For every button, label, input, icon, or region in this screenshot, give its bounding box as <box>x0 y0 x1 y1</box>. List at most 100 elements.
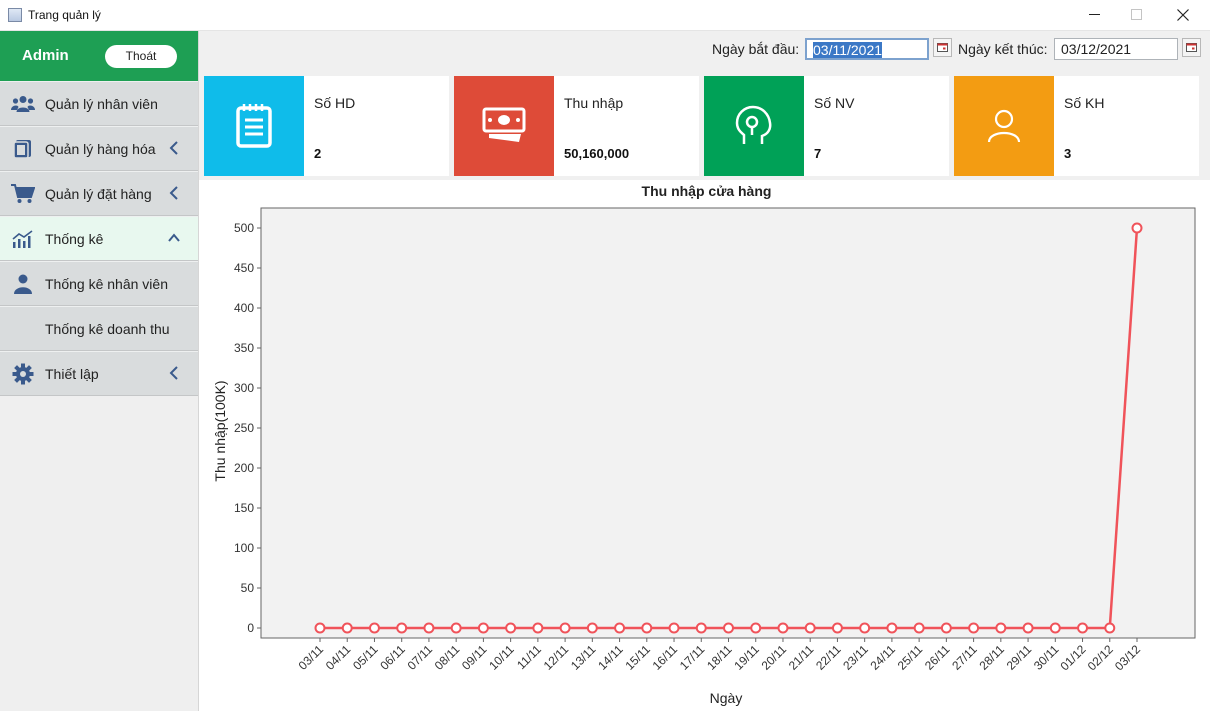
x-tick-label: 25/11 <box>895 642 926 673</box>
income-data-point <box>831 622 843 634</box>
x-tick-label: 24/11 <box>868 642 899 673</box>
sidebar-item-settings[interactable]: Thiết lập <box>0 351 198 396</box>
card-income: Thu nhập 50,160,000 <box>454 76 699 176</box>
java-app-icon <box>8 8 22 22</box>
income-chart-panel: Thu nhập cửa hàng 0 50 100 150 200 250 300 350 4… <box>199 180 1210 711</box>
date-filter-bar: Ngày bắt đầu: 03/11/2021 Ngày kết thúc: … <box>199 31 1210 71</box>
y-tick-label: 350 <box>234 341 254 355</box>
y-tick-label: 400 <box>234 301 254 315</box>
window-title: Trang quản lý <box>28 8 101 22</box>
y-tick-label: 100 <box>234 541 254 555</box>
income-data-point <box>1022 622 1034 634</box>
sidebar-item-revenue-stats[interactable]: Thống kê doanh thu <box>0 306 198 351</box>
y-tick-label: 300 <box>234 381 254 395</box>
income-data-point <box>886 622 898 634</box>
x-tick-label: 07/11 <box>405 642 436 673</box>
sidebar: Admin Thoát Quản lý nhân viên Quản lý hà… <box>0 31 199 711</box>
income-data-point <box>559 622 571 634</box>
x-tick-label: 26/11 <box>922 642 953 673</box>
x-tick-label: 14/11 <box>595 642 626 673</box>
sidebar-item-label: Thống kê <box>45 231 104 247</box>
y-tick-label: 250 <box>234 421 254 435</box>
chevron-left-icon <box>169 186 178 200</box>
x-tick-label: 06/11 <box>377 642 408 673</box>
end-date-label: Ngày kết thúc: <box>958 41 1048 57</box>
sidebar-item-label: Thống kê doanh thu <box>45 321 170 337</box>
income-data-point <box>450 622 462 634</box>
card-invoices: Số HD 2 <box>204 76 449 176</box>
sidebar-item-label: Thống kê nhân viên <box>45 276 168 292</box>
card-icon-box <box>204 76 304 176</box>
box-icon <box>11 138 35 160</box>
card-value: 2 <box>314 146 322 161</box>
income-data-point <box>477 622 489 634</box>
sidebar-item-employees[interactable]: Quản lý nhân viên <box>0 81 198 126</box>
y-tick-label: 500 <box>234 221 254 235</box>
chevron-up-icon <box>168 233 180 242</box>
calendar-icon <box>1186 43 1197 52</box>
sidebar-item-label: Quản lý hàng hóa <box>45 141 156 157</box>
start-date-calendar-button[interactable] <box>933 38 952 57</box>
gear-icon <box>11 363 35 385</box>
income-line-chart: 0 50 100 150 200 250 300 350 400 450 500 03/1104/11… <box>212 207 1196 706</box>
calendar-icon <box>937 43 948 52</box>
income-data-point <box>341 622 353 634</box>
sidebar-item-label: Quản lý nhân viên <box>45 96 158 112</box>
income-data-point <box>1077 622 1089 634</box>
card-employees: Số NV 7 <box>704 76 949 176</box>
y-axis-label: Thu nhập(100K) <box>212 380 228 481</box>
chevron-left-icon <box>169 141 178 155</box>
x-tick-label: 20/11 <box>759 642 790 673</box>
income-data-point <box>314 622 326 634</box>
card-icon-box <box>704 76 804 176</box>
user-icon <box>11 273 35 295</box>
x-tick-label: 17/11 <box>677 642 708 673</box>
income-data-point <box>505 622 517 634</box>
sidebar-item-statistics[interactable]: Thống kê <box>0 216 198 261</box>
card-title: Số HD <box>314 95 356 111</box>
start-date-input[interactable]: 03/11/2021 <box>805 38 929 60</box>
income-data-point <box>804 622 816 634</box>
x-tick-label: 30/11 <box>1031 642 1062 673</box>
window-titlebar: Trang quản lý <box>0 0 1210 31</box>
sidebar-item-products[interactable]: Quản lý hàng hóa <box>0 126 198 171</box>
card-customers: Số KH 3 <box>954 76 1199 176</box>
x-tick-label: 18/11 <box>704 642 735 673</box>
minimize-button[interactable] <box>1072 4 1118 26</box>
x-tick-label: 04/11 <box>323 642 354 673</box>
end-date-input[interactable]: 03/12/2021 <box>1054 38 1178 60</box>
x-tick-label: 21/11 <box>786 642 817 673</box>
card-title: Số KH <box>1064 95 1105 111</box>
income-data-point <box>641 622 653 634</box>
card-title: Số NV <box>814 95 855 111</box>
x-tick-label: 01/12 <box>1058 642 1089 673</box>
money-icon <box>482 107 526 142</box>
income-data-point <box>396 622 408 634</box>
maximize-button[interactable] <box>1114 4 1160 26</box>
x-tick-label: 05/11 <box>350 642 381 673</box>
card-value: 7 <box>814 146 822 161</box>
card-value: 50,160,000 <box>564 146 630 161</box>
users-icon <box>11 93 35 115</box>
x-tick-label: 03/11 <box>296 642 327 673</box>
income-data-point <box>1131 222 1143 234</box>
income-data-point <box>532 622 544 634</box>
y-tick-label: 200 <box>234 461 254 475</box>
sidebar-item-orders[interactable]: Quản lý đặt hàng <box>0 171 198 216</box>
y-tick-label: 150 <box>234 501 254 515</box>
close-button[interactable] <box>1160 4 1206 26</box>
x-tick-label: 11/11 <box>514 642 544 672</box>
logout-button[interactable]: Thoát <box>105 45 177 68</box>
x-tick-label: 23/11 <box>840 642 871 673</box>
x-tick-label: 15/11 <box>622 642 653 673</box>
start-date-value: 03/11/2021 <box>813 42 883 58</box>
x-tick-label: 02/12 <box>1085 642 1116 673</box>
sidebar-item-employee-stats[interactable]: Thống kê nhân viên <box>0 261 198 306</box>
end-date-calendar-button[interactable] <box>1182 38 1201 57</box>
income-data-point <box>668 622 680 634</box>
chart-line-icon <box>11 228 35 250</box>
card-icon-box <box>954 76 1054 176</box>
income-data-point <box>913 622 925 634</box>
x-tick-label: 19/11 <box>731 642 762 673</box>
x-tick-label: 22/11 <box>813 642 844 673</box>
